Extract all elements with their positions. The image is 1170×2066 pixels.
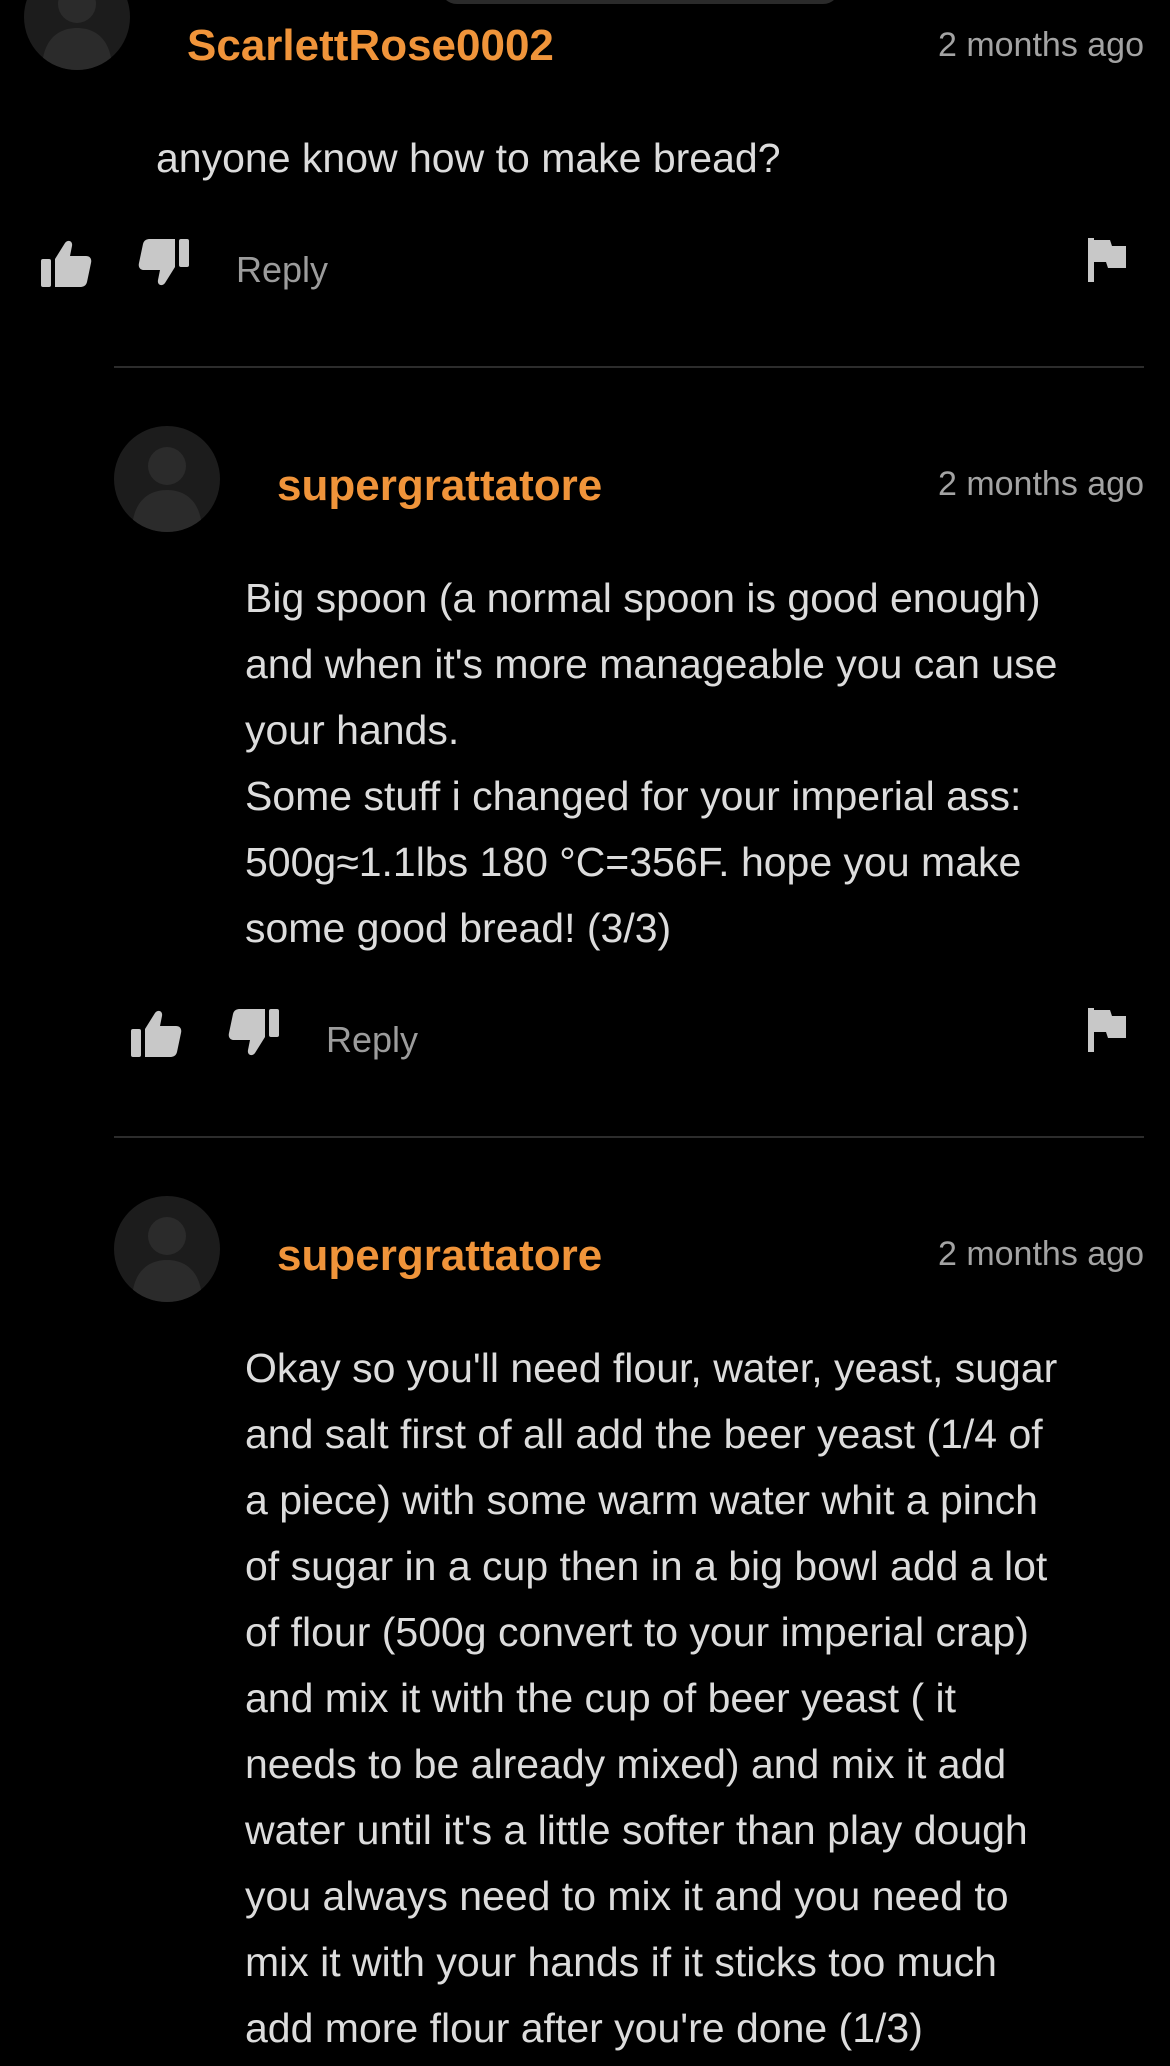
comment-text: Okay so you'll need flour, water, yeast,… [245,1345,1058,2051]
comment-actions: Reply [0,238,1170,298]
comment-username[interactable]: supergrattatore [277,1234,602,1278]
user-silhouette-icon [132,447,202,532]
thumbs-down-icon[interactable] [138,238,190,286]
comment-timestamp: 2 months ago [937,26,1144,64]
comment-username[interactable]: supergrattatore [277,464,602,508]
reply-button[interactable]: Reply [326,1022,418,1058]
comment-timestamp: 2 months ago [937,465,1144,503]
top-handle-bar [440,0,840,4]
comment-text: anyone know how to make bread? [156,135,781,181]
thumbs-up-icon[interactable] [130,1010,182,1058]
avatar[interactable] [24,0,130,70]
comment-timestamp: 2 months ago [937,1235,1144,1273]
comment-divider [114,1136,1144,1138]
comment-text: Big spoon (a normal spoon is good enough… [245,575,1058,951]
reply-button[interactable]: Reply [236,252,328,288]
thumbs-down-icon[interactable] [228,1008,280,1056]
avatar[interactable] [114,1196,220,1302]
thumbs-up-icon[interactable] [40,240,92,288]
flag-icon[interactable] [1088,238,1128,282]
comment-username[interactable]: ScarlettRose0002 [187,24,554,68]
comment-actions: Reply [0,1008,1170,1068]
user-silhouette-icon [132,1217,202,1302]
avatar[interactable] [114,426,220,532]
user-silhouette-icon [42,0,112,70]
flag-icon[interactable] [1088,1008,1128,1052]
comment-divider [114,366,1144,368]
